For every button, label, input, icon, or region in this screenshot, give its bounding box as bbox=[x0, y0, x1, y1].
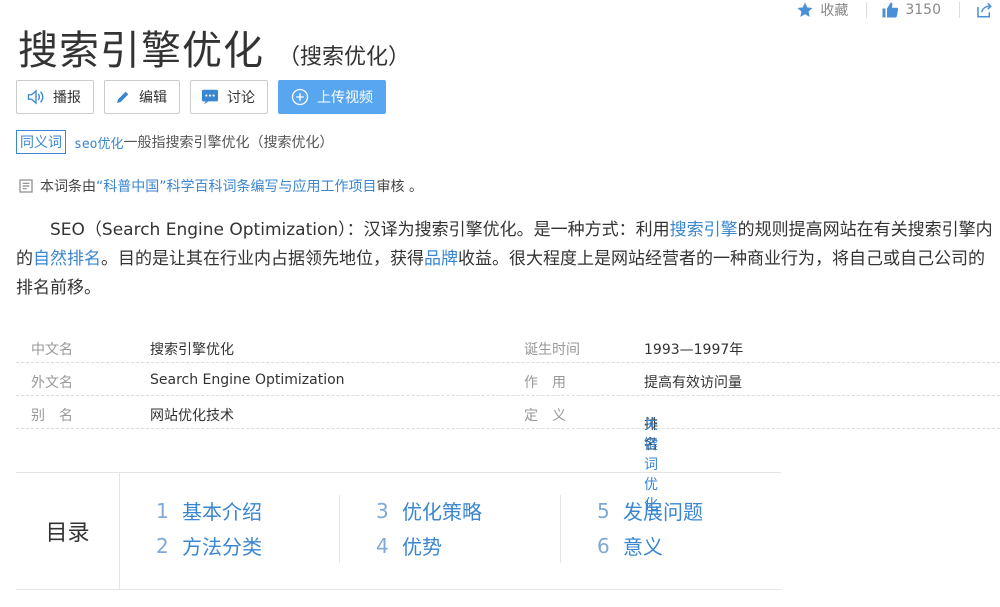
speaker-icon bbox=[27, 89, 44, 105]
info-key: 诞生时间 bbox=[524, 342, 580, 358]
document-icon bbox=[19, 179, 33, 193]
info-value: 1993—1997年 bbox=[644, 342, 744, 358]
toc-item[interactable]: 6 意义 bbox=[597, 528, 703, 563]
toc-number: 1 bbox=[156, 498, 169, 523]
summary-paragraph: SEO（Search Engine Optimization）：汉译为搜索引擎优… bbox=[16, 216, 1000, 303]
title-row: 搜索引擎优化 （搜索优化） bbox=[18, 18, 410, 76]
toc-label: 基本介绍 bbox=[182, 500, 262, 524]
toc-divider bbox=[339, 495, 340, 563]
toc-number: 4 bbox=[376, 533, 389, 558]
page-title: 搜索引擎优化 bbox=[18, 28, 264, 74]
toc-item[interactable]: 1 基本介绍 bbox=[156, 493, 262, 528]
info-value: 搜索引擎优化 bbox=[150, 342, 234, 358]
info-value-link[interactable]: 网站优化技术 bbox=[150, 405, 234, 425]
toc-item[interactable]: 2 方法分类 bbox=[156, 528, 262, 563]
upload-video-button[interactable]: 上传视频 bbox=[278, 80, 386, 114]
share-button[interactable] bbox=[974, 1, 1000, 19]
page-subtitle: （搜索优化） bbox=[278, 45, 411, 70]
plus-circle-icon bbox=[291, 88, 309, 106]
chat-icon bbox=[202, 89, 218, 105]
info-key: 外文名 bbox=[31, 375, 73, 391]
divider bbox=[959, 2, 960, 18]
toc-column: 1 基本介绍 2 方法分类 bbox=[156, 493, 262, 563]
link-brand[interactable]: 品牌 bbox=[424, 249, 458, 269]
info-key: 作 用 bbox=[524, 375, 566, 391]
toc-number: 5 bbox=[597, 498, 610, 523]
synonym-tag: 同义词 bbox=[16, 130, 66, 154]
synonym-text: 一般指搜索引擎优化（搜索优化） bbox=[123, 135, 334, 151]
share-icon bbox=[977, 2, 992, 18]
toc-divider bbox=[560, 495, 561, 563]
info-value: Search Engine Optimization bbox=[150, 372, 345, 388]
toc-label: 发展问题 bbox=[623, 500, 703, 524]
info-key: 中文名 bbox=[31, 342, 73, 358]
toc-number: 3 bbox=[376, 498, 389, 523]
audit-suffix: 审核 。 bbox=[376, 179, 423, 195]
info-key: 别 名 bbox=[31, 408, 73, 424]
toc-heading: 目录 bbox=[16, 473, 120, 589]
toc-column: 3 优化策略 4 优势 bbox=[376, 493, 482, 563]
info-row: 外文名 Search Engine Optimization 作 用 提高有效访… bbox=[16, 363, 1000, 396]
collect-label: 收藏 bbox=[820, 3, 849, 19]
thumbs-up-icon bbox=[882, 2, 899, 18]
toc-item[interactable]: 4 优势 bbox=[376, 528, 482, 563]
table-of-contents: 目录 1 基本介绍 2 方法分类 3 优化策略 4 优势 5 发展问题 6 意义 bbox=[16, 472, 781, 590]
info-row: 中文名 搜索引擎优化 诞生时间 1993—1997年 bbox=[16, 330, 1000, 363]
toc-label: 方法分类 bbox=[182, 535, 262, 559]
audit-link[interactable]: “科普中国”科学百科词条编写与应用工作项目 bbox=[96, 176, 377, 196]
upload-video-label: 上传视频 bbox=[317, 90, 373, 106]
link-natural-ranking[interactable]: 自然排名 bbox=[33, 249, 101, 269]
synonym-link[interactable]: seo优化 bbox=[74, 133, 123, 152]
synonym-row: 同义词 seo优化 一般指搜索引擎优化（搜索优化） bbox=[16, 130, 333, 154]
action-buttons: 播报 编辑 讨论 上传视频 bbox=[16, 80, 396, 114]
star-icon bbox=[797, 2, 813, 17]
audit-prefix: 本词条由 bbox=[40, 179, 96, 195]
divider bbox=[866, 2, 868, 18]
audit-notice: 本词条由 “科普中国”科学百科词条编写与应用工作项目 审核 。 bbox=[18, 176, 423, 196]
edit-button[interactable]: 编辑 bbox=[104, 80, 180, 114]
basic-info-table: 中文名 搜索引擎优化 诞生时间 1993—1997年 外文名 Search En… bbox=[16, 330, 1000, 513]
toc-label: 意义 bbox=[623, 535, 663, 559]
like-button[interactable]: 3150 bbox=[881, 1, 941, 19]
toc-number: 6 bbox=[597, 533, 610, 558]
broadcast-button[interactable]: 播报 bbox=[16, 80, 94, 114]
collect-button[interactable]: 收藏 bbox=[796, 0, 848, 20]
toc-item[interactable]: 5 发展问题 bbox=[597, 493, 703, 528]
summary-text: SEO（Search Engine Optimization）：汉译为搜索引擎优… bbox=[50, 220, 670, 240]
broadcast-label: 播报 bbox=[53, 90, 81, 106]
toc-number: 2 bbox=[156, 533, 169, 558]
info-row: 别 名 网站优化技术 定 义 排名 关键词优化 bbox=[16, 396, 1000, 513]
discuss-label: 讨论 bbox=[227, 90, 255, 106]
info-value: 提高有效访问量 bbox=[644, 375, 742, 391]
discuss-button[interactable]: 讨论 bbox=[190, 80, 268, 114]
edit-label: 编辑 bbox=[139, 90, 167, 106]
like-count: 3150 bbox=[905, 2, 941, 18]
link-search-engine[interactable]: 搜索引擎 bbox=[670, 220, 738, 240]
top-actions-bar: 收藏 3150 bbox=[796, 0, 1000, 20]
toc-item[interactable]: 3 优化策略 bbox=[376, 493, 482, 528]
summary-text: 。目的是让其在行业内占据领先地位，获得 bbox=[101, 249, 424, 269]
pencil-icon bbox=[117, 91, 129, 103]
toc-label: 优势 bbox=[402, 535, 442, 559]
toc-label: 优化策略 bbox=[402, 500, 482, 524]
toc-column: 5 发展问题 6 意义 bbox=[597, 493, 703, 563]
info-key: 定 义 bbox=[524, 408, 566, 424]
